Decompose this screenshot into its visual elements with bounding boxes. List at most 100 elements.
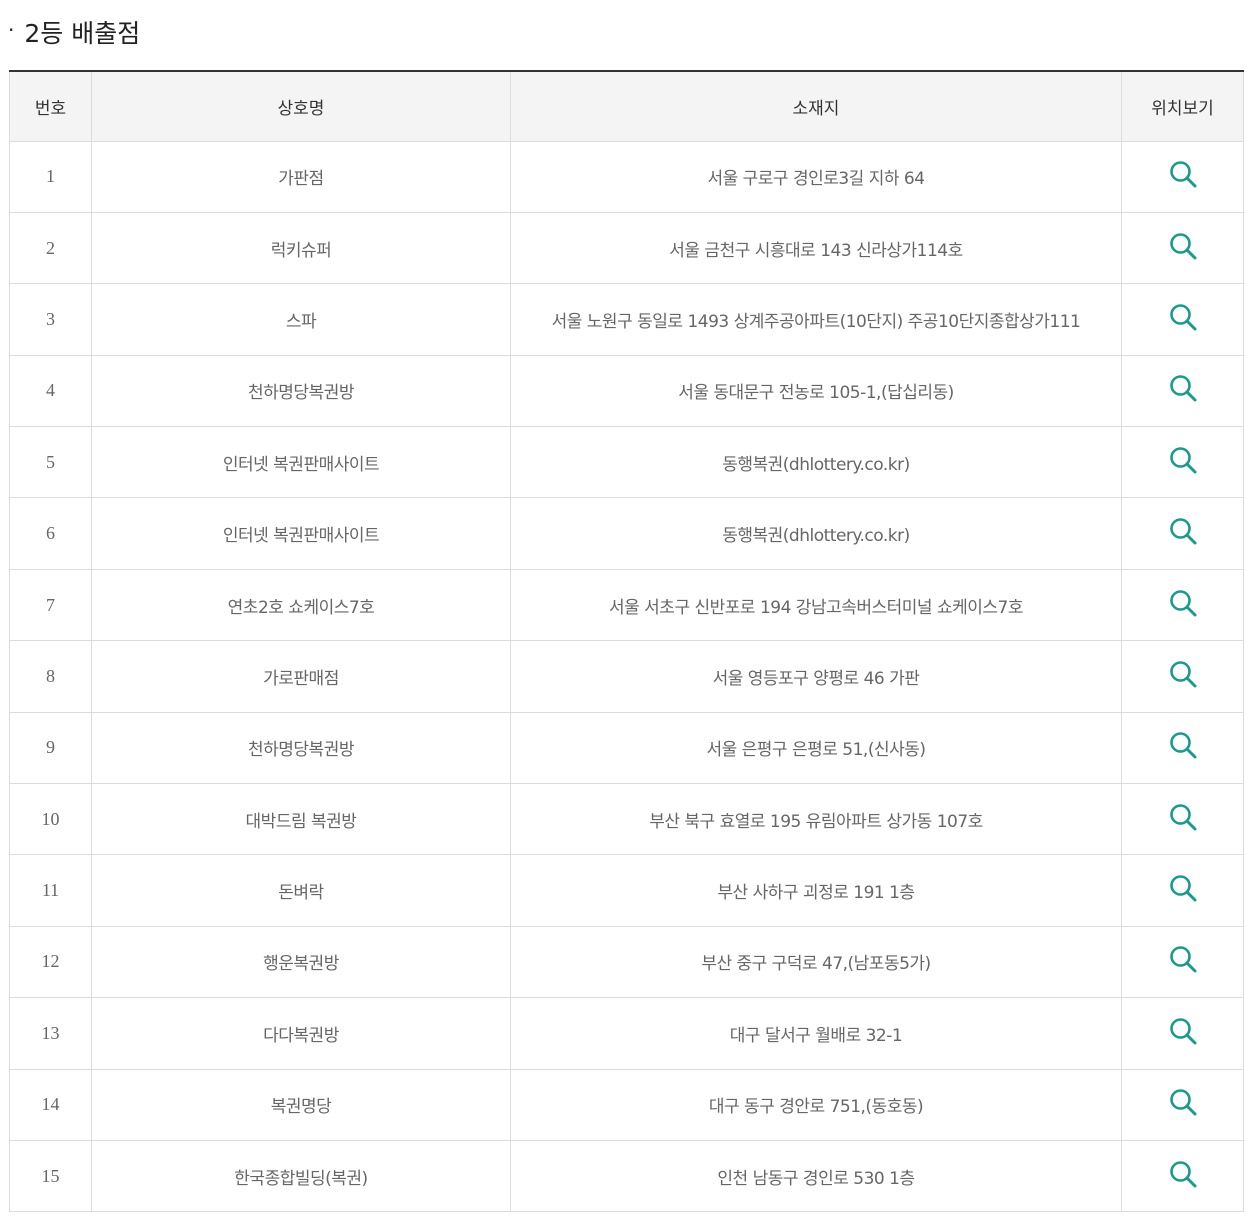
row-number: 10 bbox=[9, 783, 92, 856]
row-number: 8 bbox=[9, 640, 92, 713]
table-row: 12 행운복권방 부산 중구 구덕로 47,(남포동5가) bbox=[9, 925, 1244, 999]
winning-stores-table: 번호 상호명 소재지 위치보기 1 가판점 서울 구로구 경인로3길 지하 64… bbox=[9, 70, 1244, 1213]
store-name: 한국종합빌딩(복권) bbox=[91, 1139, 511, 1213]
map-cell bbox=[1121, 1139, 1244, 1213]
header-no: 번호 bbox=[9, 70, 92, 142]
store-address: 동행복권(dhlottery.co.kr) bbox=[510, 426, 1122, 499]
search-icon bbox=[1169, 161, 1196, 188]
store-address: 서울 은평구 은평로 51,(신사동) bbox=[510, 711, 1122, 785]
store-name: 럭키슈퍼 bbox=[91, 211, 511, 285]
map-view-button[interactable] bbox=[1168, 231, 1198, 261]
table-row: 5 인터넷 복권판매사이트 동행복권(dhlottery.co.kr) bbox=[9, 426, 1244, 499]
table-row: 8 가로판매점 서울 영등포구 양평로 46 가판 bbox=[9, 640, 1244, 713]
store-address: 부산 북구 효열로 195 유림아파트 상가동 107호 bbox=[510, 783, 1122, 856]
store-name: 가판점 bbox=[91, 140, 511, 213]
search-icon bbox=[1169, 1018, 1196, 1045]
store-name: 천하명당복권방 bbox=[91, 354, 511, 428]
map-cell bbox=[1121, 925, 1244, 999]
row-number: 4 bbox=[9, 354, 92, 428]
row-number: 15 bbox=[9, 1139, 92, 1213]
table-row: 14 복권명당 대구 동구 경안로 751,(동호동) bbox=[9, 1068, 1244, 1141]
map-cell bbox=[1121, 426, 1244, 499]
store-name: 스파 bbox=[91, 283, 511, 356]
table-row: 10 대박드림 복권방 부산 북구 효열로 195 유림아파트 상가동 107호 bbox=[9, 783, 1244, 856]
store-name: 연초2호 쇼케이스7호 bbox=[91, 568, 511, 642]
row-number: 6 bbox=[9, 497, 92, 570]
store-name: 인터넷 복권판매사이트 bbox=[91, 497, 511, 570]
map-cell bbox=[1121, 640, 1244, 713]
store-address: 서울 서초구 신반포로 194 강남고속버스터미널 쇼케이스7호 bbox=[510, 568, 1122, 642]
table-row: 15 한국종합빌딩(복권) 인천 남동구 경인로 530 1층 bbox=[9, 1139, 1244, 1213]
table-row: 3 스파 서울 노원구 동일로 1493 상계주공아파트(10단지) 주공10단… bbox=[9, 283, 1244, 356]
map-cell bbox=[1121, 783, 1244, 856]
map-cell bbox=[1121, 211, 1244, 285]
store-name: 인터넷 복권판매사이트 bbox=[91, 426, 511, 499]
store-name: 천하명당복권방 bbox=[91, 711, 511, 785]
map-cell bbox=[1121, 854, 1244, 927]
map-view-button[interactable] bbox=[1168, 1087, 1198, 1117]
map-view-button[interactable] bbox=[1168, 373, 1198, 403]
search-icon bbox=[1169, 232, 1196, 260]
row-number: 12 bbox=[9, 925, 92, 999]
store-name: 행운복권방 bbox=[91, 925, 511, 999]
map-view-button[interactable] bbox=[1168, 802, 1198, 832]
map-view-button[interactable] bbox=[1168, 516, 1198, 546]
map-view-button[interactable] bbox=[1168, 659, 1198, 689]
map-view-button[interactable] bbox=[1168, 1159, 1198, 1189]
row-number: 14 bbox=[9, 1068, 92, 1141]
map-view-button[interactable] bbox=[1168, 873, 1198, 903]
search-icon bbox=[1169, 375, 1196, 402]
search-icon bbox=[1169, 732, 1196, 759]
row-number: 11 bbox=[9, 854, 92, 927]
table-row: 1 가판점 서울 구로구 경인로3길 지하 64 bbox=[9, 140, 1244, 213]
map-view-button[interactable] bbox=[1168, 445, 1198, 475]
store-address: 대구 달서구 월배로 32-1 bbox=[510, 997, 1122, 1070]
table-row: 6 인터넷 복권판매사이트 동행복권(dhlottery.co.kr) bbox=[9, 497, 1244, 570]
store-address: 대구 동구 경안로 751,(동호동) bbox=[510, 1068, 1122, 1141]
row-number: 5 bbox=[9, 426, 92, 499]
search-icon bbox=[1169, 875, 1196, 902]
store-address: 서울 금천구 시흥대로 143 신라상가114호 bbox=[510, 211, 1122, 285]
row-number: 9 bbox=[9, 711, 92, 785]
row-number: 1 bbox=[9, 140, 92, 213]
header-address: 소재지 bbox=[510, 70, 1122, 142]
table-header-row: 번호 상호명 소재지 위치보기 bbox=[9, 70, 1244, 142]
search-icon bbox=[1169, 518, 1196, 545]
store-address: 동행복권(dhlottery.co.kr) bbox=[510, 497, 1122, 570]
store-address: 서울 구로구 경인로3길 지하 64 bbox=[510, 140, 1122, 213]
row-number: 7 bbox=[9, 568, 92, 642]
map-view-button[interactable] bbox=[1168, 944, 1198, 974]
row-number: 2 bbox=[9, 211, 92, 285]
search-icon bbox=[1169, 304, 1196, 331]
map-cell bbox=[1121, 711, 1244, 785]
table-row: 13 다다복권방 대구 달서구 월배로 32-1 bbox=[9, 997, 1244, 1070]
store-name: 대박드림 복권방 bbox=[91, 783, 511, 856]
store-address: 부산 중구 구덕로 47,(남포동5가) bbox=[510, 925, 1122, 999]
store-name: 복권명당 bbox=[91, 1068, 511, 1141]
store-address: 인천 남동구 경인로 530 1층 bbox=[510, 1139, 1122, 1213]
table-row: 7 연초2호 쇼케이스7호 서울 서초구 신반포로 194 강남고속버스터미널 … bbox=[9, 568, 1244, 642]
title-bullet: · bbox=[8, 18, 15, 42]
table-row: 9 천하명당복권방 서울 은평구 은평로 51,(신사동) bbox=[9, 711, 1244, 785]
row-number: 3 bbox=[9, 283, 92, 356]
store-name: 다다복권방 bbox=[91, 997, 511, 1070]
row-number: 13 bbox=[9, 997, 92, 1070]
map-view-button[interactable] bbox=[1168, 730, 1198, 760]
search-icon bbox=[1169, 661, 1196, 688]
store-address: 서울 영등포구 양평로 46 가판 bbox=[510, 640, 1122, 713]
map-view-button[interactable] bbox=[1168, 1016, 1198, 1046]
header-map: 위치보기 bbox=[1121, 70, 1244, 142]
store-address: 서울 동대문구 전농로 105-1,(답십리동) bbox=[510, 354, 1122, 428]
search-icon bbox=[1169, 803, 1196, 831]
table-row: 11 돈벼락 부산 사하구 괴정로 191 1층 bbox=[9, 854, 1244, 927]
store-name: 가로판매점 bbox=[91, 640, 511, 713]
map-view-button[interactable] bbox=[1168, 159, 1198, 189]
store-address: 서울 노원구 동일로 1493 상계주공아파트(10단지) 주공10단지종합상가… bbox=[510, 283, 1122, 356]
map-cell bbox=[1121, 140, 1244, 213]
table-row: 2 럭키슈퍼 서울 금천구 시흥대로 143 신라상가114호 bbox=[9, 211, 1244, 285]
map-view-button[interactable] bbox=[1168, 302, 1198, 332]
map-cell bbox=[1121, 283, 1244, 356]
map-cell bbox=[1121, 568, 1244, 642]
map-cell bbox=[1121, 997, 1244, 1070]
map-view-button[interactable] bbox=[1168, 588, 1198, 618]
